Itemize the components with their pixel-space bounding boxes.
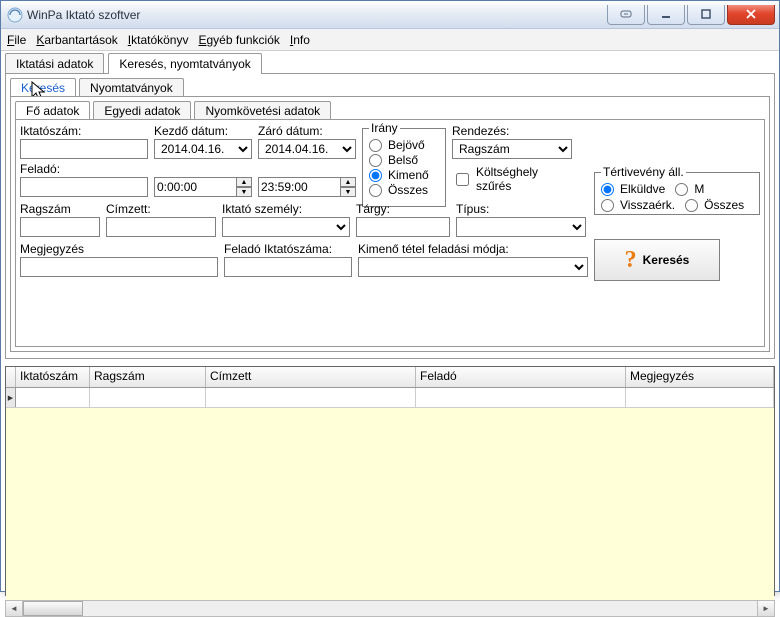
input-ragszam[interactable] (20, 217, 100, 237)
lbl-cimzett: Címzett: (106, 202, 216, 216)
tab-kereses-nyomtatvanyok[interactable]: Keresés, nyomtatványok (108, 53, 261, 74)
col-ragszam[interactable]: Ragszám (90, 367, 206, 387)
lbl-iktatoszam: Iktatószám: (20, 124, 148, 138)
col-megjegyzes[interactable]: Megjegyzés (626, 367, 774, 387)
input-iktatoszam[interactable] (20, 139, 148, 159)
horizontal-scrollbar[interactable]: ◄ ► (5, 600, 775, 617)
lbl-iktatoszemely: Iktató személy: (222, 202, 350, 216)
input-felado[interactable] (20, 177, 148, 197)
input-zaro-datum[interactable]: 2014.04.16. (258, 139, 356, 159)
legend-irany: Irány (369, 121, 400, 135)
group-tertivevenyi: Tértivevény áll. Elküldve M Visszaérk. Ö… (594, 165, 760, 215)
col-felado[interactable]: Feladó (416, 367, 626, 387)
col-cimzett[interactable]: Címzett (206, 367, 416, 387)
tab-iktatasi-adatok[interactable]: Iktatási adatok (5, 53, 104, 74)
scroll-left-button[interactable]: ◄ (6, 601, 23, 616)
lbl-kimeno-tetel: Kimenő tétel feladási módja: (358, 242, 588, 256)
input-time-to[interactable] (258, 177, 341, 197)
row-indicator-icon (6, 388, 16, 407)
lbl-felado: Feladó: (20, 162, 148, 176)
menu-karbantartasok[interactable]: Karbantartások (36, 33, 117, 47)
subtab-kereses[interactable]: Keresés (10, 78, 76, 97)
radio-visszaerk[interactable]: Visszaérk. (601, 198, 675, 212)
radio-elkuldve[interactable]: Elküldve (601, 182, 665, 196)
menubar: File Karbantartások Iktatókönyv Egyéb fu… (1, 29, 779, 51)
titlebar[interactable]: WinPa Iktató szoftver (1, 1, 779, 29)
lbl-kezdo: Kezdő dátum: (154, 124, 252, 138)
select-rendezes[interactable]: Ragszám (452, 139, 572, 159)
radio-tertiv-osszes[interactable]: Összes (685, 198, 744, 212)
legend-tertiv: Tértivevény áll. (601, 165, 686, 179)
col-iktatoszam[interactable]: Iktatószám (16, 367, 90, 387)
input-kezdo-datum[interactable]: 2014.04.16. (154, 139, 252, 159)
input-felado-iktatoszama[interactable] (224, 257, 352, 277)
spinner-time-to[interactable]: ▲▼ (341, 177, 356, 197)
select-tipus[interactable] (456, 217, 586, 237)
tab-nyomkovetesi-adatok[interactable]: Nyomkövetési adatok (194, 101, 331, 120)
input-time-from[interactable] (154, 177, 237, 197)
search-button[interactable]: ? Keresés (594, 239, 720, 281)
menu-info[interactable]: Info (290, 33, 310, 47)
radio-belso[interactable]: Belső (369, 153, 439, 167)
radio-osszes[interactable]: Összes (369, 183, 439, 197)
grid-current-row[interactable] (6, 388, 774, 408)
maximize-button[interactable] (687, 5, 725, 25)
input-cimzett[interactable] (106, 217, 216, 237)
chk-koltseghely[interactable]: Költséghely szűrés (452, 165, 572, 193)
select-iktatoszemely[interactable] (222, 217, 350, 237)
radio-m[interactable]: M (675, 182, 704, 196)
help-button-titlebar[interactable] (607, 5, 645, 25)
spinner-time-from[interactable]: ▲▼ (237, 177, 252, 197)
subtab-nyomtatvanyok[interactable]: Nyomtatványok (79, 78, 184, 97)
window-title: WinPa Iktató szoftver (27, 8, 605, 22)
lbl-felado-iktatoszama: Feladó Iktatószáma: (224, 242, 352, 256)
select-kimeno-tetel[interactable] (358, 257, 588, 277)
tab-fo-adatok[interactable]: Fő adatok (15, 101, 90, 120)
question-mark-icon: ? (625, 247, 637, 274)
lbl-rendezes: Rendezés: (452, 124, 572, 138)
lbl-zaro: Záró dátum: (258, 124, 356, 138)
tab-egyedi-adatok[interactable]: Egyedi adatok (93, 101, 191, 120)
grid-row-header (6, 367, 16, 387)
scroll-thumb[interactable] (23, 601, 83, 616)
input-targy[interactable] (356, 217, 450, 237)
results-grid[interactable]: Iktatószám Ragszám Címzett Feladó Megjeg… (5, 366, 775, 596)
input-megjegyzes[interactable] (20, 257, 218, 277)
lbl-megjegyzes: Megjegyzés (20, 242, 218, 256)
menu-egyeb[interactable]: Egyéb funkciók (198, 33, 279, 47)
menu-file[interactable]: File (7, 33, 26, 47)
scroll-right-button[interactable]: ► (757, 601, 774, 616)
menu-iktatokonyv[interactable]: Iktatókönyv (128, 33, 189, 47)
lbl-tipus: Típus: (456, 202, 586, 216)
minimize-button[interactable] (647, 5, 685, 25)
close-button[interactable] (727, 5, 775, 25)
lbl-ragszam: Ragszám (20, 202, 100, 216)
lbl-targy: Tárgy: (356, 202, 450, 216)
grid-body[interactable] (6, 408, 774, 613)
app-icon (7, 7, 23, 23)
radio-kimeno[interactable]: Kimenő (369, 168, 439, 182)
radio-bejovo[interactable]: Bejövő (369, 138, 439, 152)
group-irany: Irány Bejövő Belső Kimenő Összes (362, 121, 446, 207)
